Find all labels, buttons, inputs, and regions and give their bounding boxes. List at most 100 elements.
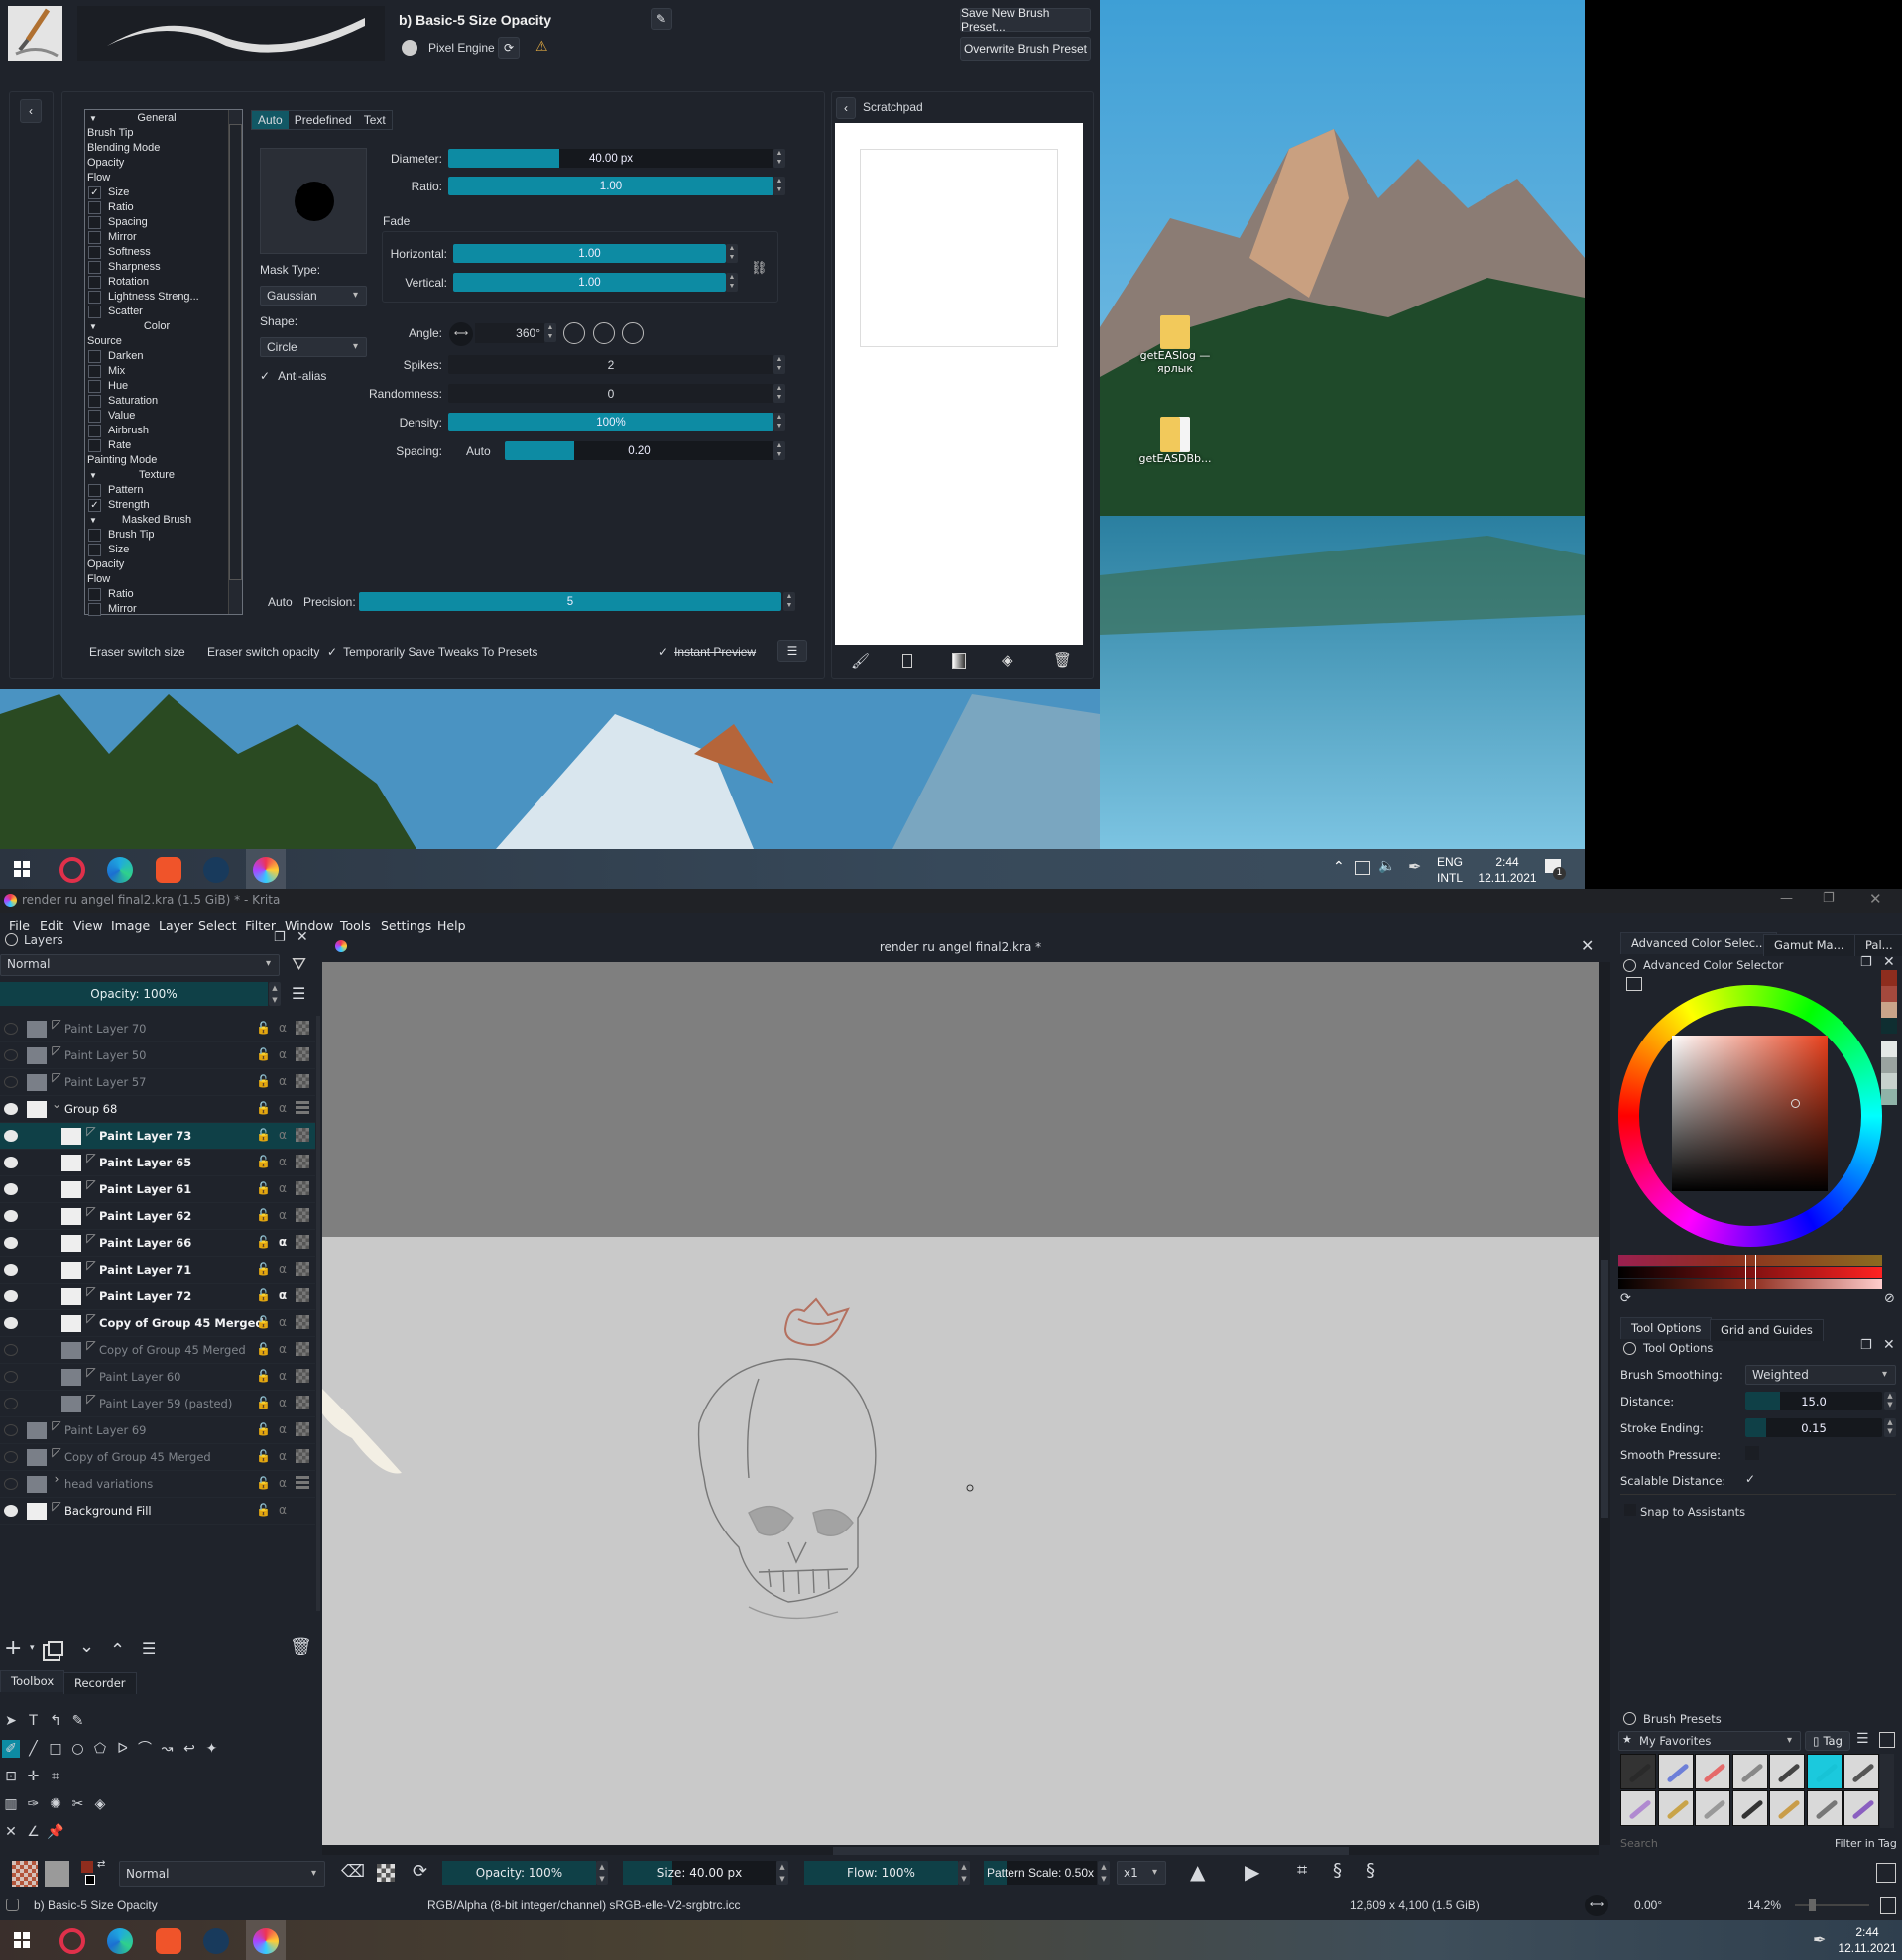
layer-row[interactable]: ◸ Copy of Group 45 Merged 🔓 α: [0, 1444, 315, 1471]
unlock-icon[interactable]: 🔓: [256, 1155, 271, 1169]
flow-spin[interactable]: ▲ ▼: [958, 1861, 970, 1885]
option-item[interactable]: Scatter: [87, 305, 226, 319]
option-item[interactable]: Lightness Streng...: [87, 290, 226, 305]
float-docker-icon[interactable]: ❐: [1860, 955, 1872, 970]
layer-name[interactable]: Paint Layer 61: [99, 1182, 191, 1196]
alpha-icon[interactable]: α: [276, 1422, 290, 1437]
unlock-icon[interactable]: 🔓: [256, 1396, 271, 1410]
layer-name[interactable]: Group 68: [64, 1102, 117, 1116]
duplicate-layer-button[interactable]: [48, 1641, 63, 1656]
angle-reset-icon[interactable]: [622, 322, 644, 344]
tab-palette[interactable]: Pal...: [1854, 934, 1902, 956]
lock-icon[interactable]: 🔓: [256, 1503, 271, 1518]
layer-name[interactable]: Paint Layer 65: [99, 1156, 191, 1169]
lock-docker-icon[interactable]: [1623, 959, 1636, 972]
layer-name[interactable]: Copy of Group 45 Merged: [99, 1316, 264, 1330]
lock-docker-icon[interactable]: [5, 933, 18, 946]
collapse-button[interactable]: ‹: [20, 99, 42, 123]
ratio-spin[interactable]: ▲ ▼: [773, 177, 785, 195]
scalable-distance-checkbox[interactable]: ✓: [1745, 1472, 1755, 1486]
layer-name[interactable]: Paint Layer 72: [99, 1289, 191, 1303]
layer-row[interactable]: ◸ Paint Layer 62 🔓 α: [0, 1203, 315, 1230]
alpha-lock-icon[interactable]: [296, 1449, 309, 1463]
unlock-icon[interactable]: 🔓: [256, 1476, 271, 1491]
freehand-brush-tool-icon[interactable]: ✐: [2, 1740, 20, 1758]
spacing-slider[interactable]: 0.20: [505, 441, 773, 460]
move-tool-icon[interactable]: ✛: [25, 1768, 43, 1785]
line-tool-icon[interactable]: ╱: [25, 1740, 43, 1758]
unlock-icon[interactable]: 🔓: [256, 1235, 271, 1250]
layer-name[interactable]: Paint Layer 69: [64, 1423, 146, 1437]
bezier-tool-icon[interactable]: ⌒: [136, 1740, 154, 1758]
edge-icon[interactable]: [107, 857, 133, 883]
layer-row[interactable]: › head variations 🔓 α: [0, 1471, 315, 1498]
smart-patch-tool-icon[interactable]: ✺: [47, 1795, 64, 1813]
eye-closed-icon[interactable]: [4, 1424, 18, 1436]
precision-auto-checkbox[interactable]: Auto: [268, 595, 293, 609]
opacity-spin[interactable]: ▲ ▼: [596, 1861, 608, 1885]
tab-recorder[interactable]: Recorder: [63, 1672, 137, 1694]
option-checkbox[interactable]: ✓: [88, 186, 101, 199]
eye-icon[interactable]: [4, 1103, 18, 1115]
alpha-icon[interactable]: α: [276, 1262, 290, 1277]
option-item[interactable]: Ratio: [87, 200, 226, 215]
anti-alias-checkbox[interactable]: ✓ Anti-alias: [260, 369, 326, 383]
option-section-header[interactable]: Texture: [87, 468, 226, 483]
menu-file[interactable]: File: [9, 919, 30, 933]
layer-row[interactable]: ◸ Paint Layer 65 🔓 α: [0, 1150, 315, 1176]
option-item[interactable]: Mix: [87, 364, 226, 379]
option-item[interactable]: Mirror: [87, 602, 226, 617]
brush-preset-tile[interactable]: [1769, 1754, 1805, 1789]
blend-mode-dropdown[interactable]: Normal: [119, 1861, 325, 1887]
saturation-value-square[interactable]: [1672, 1036, 1828, 1191]
option-item[interactable]: Opacity: [87, 557, 124, 572]
eye-icon[interactable]: [4, 1264, 18, 1276]
spikes-spin[interactable]: ▲ ▼: [773, 355, 785, 374]
option-checkbox[interactable]: [88, 276, 101, 289]
alpha-lock-icon[interactable]: [296, 1369, 309, 1383]
text-tool-icon[interactable]: T: [25, 1712, 43, 1730]
eraser-switch-size[interactable]: Eraser switch size: [89, 645, 185, 659]
distance-spin[interactable]: ▲ ▼: [1884, 1392, 1896, 1410]
alpha-icon[interactable]: α: [276, 1449, 290, 1464]
layer-row[interactable]: ◸ Copy of Group 45 Merged 🔓 α: [0, 1310, 315, 1337]
polyline-tool-icon[interactable]: ᐅ: [114, 1740, 132, 1758]
option-section-header[interactable]: Color: [87, 319, 226, 334]
option-checkbox[interactable]: [88, 544, 101, 556]
preset-view-icon[interactable]: [1879, 1732, 1895, 1748]
brush-preset-tile[interactable]: [1843, 1754, 1879, 1789]
tab-grid-and-guides[interactable]: Grid and Guides: [1710, 1319, 1824, 1341]
tab-predefined[interactable]: Predefined: [289, 111, 358, 129]
randomness-input[interactable]: 0: [448, 384, 773, 403]
layer-name[interactable]: head variations: [64, 1477, 153, 1491]
unlock-icon[interactable]: 🔓: [256, 1128, 271, 1143]
eraser-icon[interactable]: ⌫: [341, 1862, 365, 1882]
select-shapes-tool-icon[interactable]: ➤: [2, 1712, 20, 1730]
color-history-swatch[interactable]: [1881, 986, 1897, 1002]
assistant-tool-icon[interactable]: ✕: [2, 1823, 20, 1841]
lock-docker-icon[interactable]: [1623, 1712, 1636, 1725]
option-item[interactable]: Sharpness: [87, 260, 226, 275]
option-checkbox[interactable]: [88, 201, 101, 214]
edit-name-button[interactable]: ✎: [651, 8, 672, 30]
diameter-slider[interactable]: 40.00 px: [448, 149, 773, 168]
option-checkbox[interactable]: [88, 231, 101, 244]
layer-name[interactable]: Copy of Group 45 Merged: [99, 1343, 246, 1357]
alpha-icon[interactable]: α: [276, 1021, 290, 1036]
option-item[interactable]: Airbrush: [87, 424, 226, 438]
option-item[interactable]: Rotation: [87, 275, 226, 290]
brush-preset-tile[interactable]: [1695, 1790, 1730, 1826]
workspace-icon[interactable]: [1876, 1863, 1896, 1883]
preset-thumbnail-icon[interactable]: [8, 6, 62, 61]
alpha-lock-icon[interactable]: [296, 1288, 309, 1302]
preset-tag-dropdown[interactable]: My Favorites: [1618, 1731, 1801, 1751]
menu-layer[interactable]: Layer: [159, 919, 193, 933]
brush-smoothing-dropdown[interactable]: Weighted: [1745, 1365, 1896, 1385]
unlock-icon[interactable]: 🔓: [256, 1449, 271, 1464]
option-checkbox[interactable]: [88, 291, 101, 304]
filter-icon[interactable]: ⛛: [292, 954, 306, 975]
brave-icon[interactable]: [156, 1928, 181, 1954]
alpha-lock-icon[interactable]: [296, 1047, 309, 1061]
brave-icon[interactable]: [156, 857, 181, 883]
saturation-slider-bar[interactable]: [1618, 1267, 1882, 1278]
